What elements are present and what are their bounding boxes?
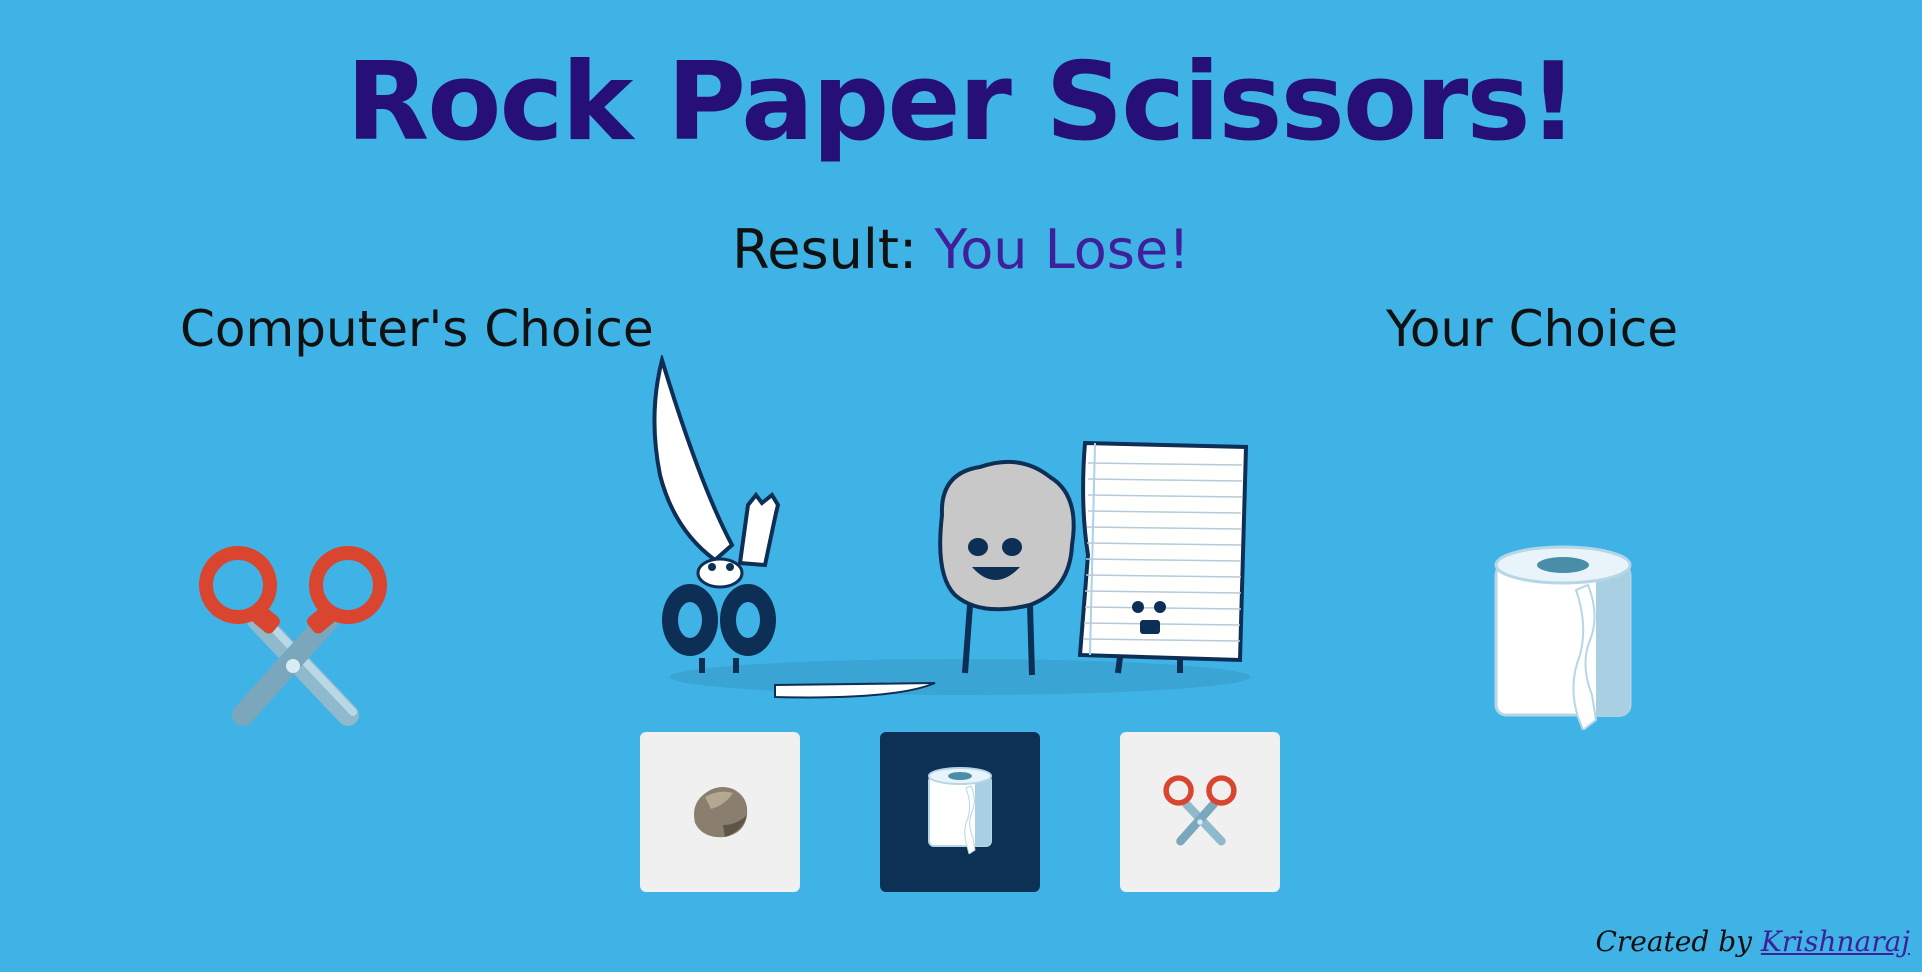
result-outcome: You Lose! (934, 218, 1190, 281)
author-link[interactable]: Krishnaraj (1761, 925, 1910, 958)
scissors-option-button[interactable] (1120, 732, 1280, 892)
game-page: Rock Paper Scissors! Result: You Lose! C… (0, 0, 1922, 972)
result-line: Result: You Lose! (0, 218, 1922, 281)
credit-prefix: Created by (1595, 925, 1752, 958)
rock-icon (685, 775, 755, 849)
computer-choice-label: Computer's Choice (180, 300, 654, 358)
paper-option-button[interactable] (880, 732, 1040, 892)
scissors-icon (198, 540, 388, 730)
paper-roll-icon (925, 766, 995, 858)
scissors-icon (1163, 773, 1237, 851)
footer-credit: Created by Krishnaraj (1595, 925, 1910, 958)
paper-roll-icon (1488, 545, 1638, 732)
your-choice-label: Your Choice (1386, 300, 1678, 358)
page-title: Rock Paper Scissors! (346, 40, 1578, 165)
rock-character (938, 459, 1076, 676)
result-label: Result: (732, 218, 918, 281)
choice-options (640, 732, 1280, 892)
paper-character (1077, 440, 1249, 674)
scissors-character (652, 352, 936, 699)
mascot-illustration (640, 352, 1260, 705)
rock-option-button[interactable] (640, 732, 800, 892)
